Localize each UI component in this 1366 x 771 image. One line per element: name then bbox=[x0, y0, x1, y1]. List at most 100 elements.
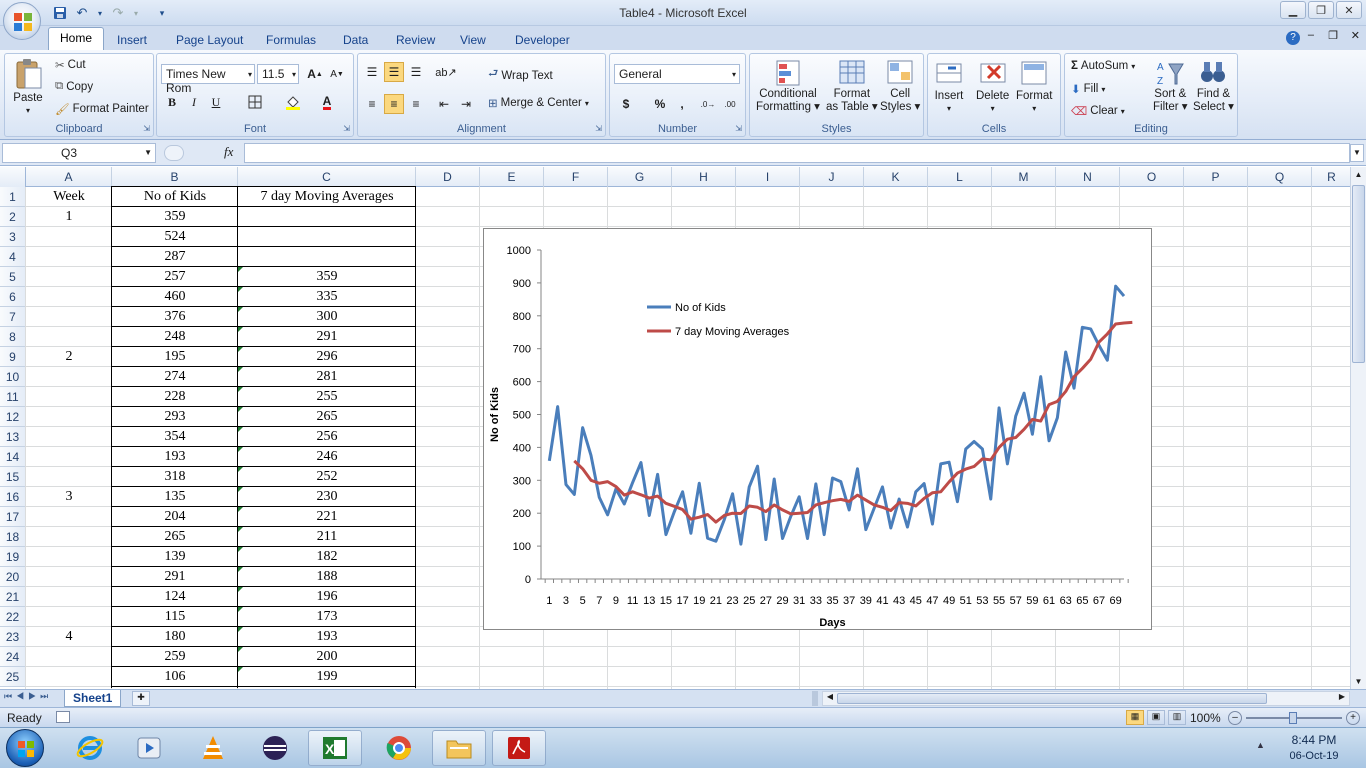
fill-button[interactable]: ⬇ Fill ▾ bbox=[1071, 82, 1105, 96]
column-header-k[interactable]: K bbox=[864, 167, 928, 187]
tab-data[interactable]: Data bbox=[343, 30, 368, 50]
tab-insert[interactable]: Insert bbox=[117, 30, 147, 50]
column-header-q[interactable]: Q bbox=[1248, 167, 1312, 187]
cell-kids[interactable]: 106 bbox=[112, 667, 238, 687]
workbook-close-icon[interactable]: ✕ bbox=[1351, 29, 1360, 42]
align-top-icon[interactable]: ☰ bbox=[362, 62, 382, 82]
align-center-icon[interactable]: ≡ bbox=[384, 94, 404, 114]
row-header-21[interactable]: 21 bbox=[0, 587, 26, 607]
cell-week[interactable] bbox=[26, 647, 112, 667]
row-header-1[interactable]: 1 bbox=[0, 187, 26, 207]
row-header-18[interactable]: 18 bbox=[0, 527, 26, 547]
conditional-formatting-button[interactable]: Conditional Formatting ▾ bbox=[756, 58, 820, 114]
close-button[interactable]: ✕ bbox=[1336, 1, 1362, 19]
cell-moving-average[interactable]: 359 bbox=[238, 267, 416, 287]
row-header-20[interactable]: 20 bbox=[0, 567, 26, 587]
alignment-launcher-icon[interactable]: ⇲ bbox=[595, 124, 602, 133]
internet-explorer-taskbar-icon[interactable] bbox=[63, 730, 117, 766]
cell-week[interactable] bbox=[26, 247, 112, 267]
line-chart[interactable]: 0 100 200 300 400 500 600 700 800 900 1000 1 3 5 7 9 11 1… bbox=[483, 228, 1152, 630]
cell-moving-average[interactable]: 200 bbox=[238, 647, 416, 667]
row-header-16[interactable]: 16 bbox=[0, 487, 26, 507]
fill-color-icon[interactable] bbox=[283, 92, 303, 112]
formula-bar-resize-handle[interactable] bbox=[164, 145, 184, 161]
cell-moving-average[interactable]: 252 bbox=[238, 467, 416, 487]
cell-moving-average[interactable]: 291 bbox=[238, 327, 416, 347]
percent-button[interactable]: % bbox=[650, 94, 670, 114]
column-header-j[interactable]: J bbox=[800, 167, 864, 187]
cell-week[interactable] bbox=[26, 667, 112, 687]
ribbon-restore-icon[interactable]: ❐ bbox=[1328, 29, 1338, 42]
header-moving-averages[interactable]: 7 day Moving Averages bbox=[238, 187, 416, 207]
row-header-15[interactable]: 15 bbox=[0, 467, 26, 487]
column-header-p[interactable]: P bbox=[1184, 167, 1248, 187]
row-header-22[interactable]: 22 bbox=[0, 607, 26, 627]
cell-kids[interactable]: 248 bbox=[112, 327, 238, 347]
ribbon-minimize-icon[interactable]: – bbox=[1308, 29, 1314, 41]
column-header-g[interactable]: G bbox=[608, 167, 672, 187]
cell-kids[interactable]: 115 bbox=[112, 607, 238, 627]
column-header-a[interactable]: A bbox=[26, 167, 112, 187]
cell-moving-average[interactable]: 296 bbox=[238, 347, 416, 367]
cell-kids[interactable]: 354 bbox=[112, 427, 238, 447]
cell-moving-average[interactable] bbox=[238, 207, 416, 227]
row-header-8[interactable]: 8 bbox=[0, 327, 26, 347]
cell-moving-average[interactable]: 211 bbox=[238, 527, 416, 547]
select-all-corner[interactable] bbox=[0, 167, 26, 187]
decrease-decimal-icon[interactable]: .00 bbox=[720, 94, 740, 114]
cell-week[interactable] bbox=[26, 267, 112, 287]
office-button[interactable] bbox=[3, 2, 41, 40]
cell-kids[interactable]: 204 bbox=[112, 507, 238, 527]
align-middle-icon[interactable]: ☰ bbox=[384, 62, 404, 82]
cell-kids[interactable]: 460 bbox=[112, 287, 238, 307]
cell-week[interactable] bbox=[26, 367, 112, 387]
tab-developer[interactable]: Developer bbox=[515, 30, 570, 50]
page-break-view-icon[interactable]: ▥ bbox=[1168, 710, 1186, 725]
sheet-navigation-icons[interactable]: ⏮◀▶⏭ bbox=[4, 691, 52, 702]
column-header-c[interactable]: C bbox=[238, 167, 416, 187]
vertical-scrollbar[interactable]: ▲ ▼ bbox=[1350, 167, 1366, 689]
horizontal-scrollbar[interactable]: ◀ ▶ bbox=[822, 691, 1350, 706]
tab-page-layout[interactable]: Page Layout bbox=[176, 30, 243, 50]
horizontal-scroll-thumb[interactable] bbox=[837, 693, 1267, 704]
comma-button[interactable]: , bbox=[672, 94, 692, 114]
font-name-select[interactable]: Times New Rom ▾ bbox=[161, 64, 255, 95]
insert-sheet-icon[interactable]: ✚ bbox=[132, 691, 150, 706]
italic-button[interactable]: I bbox=[184, 92, 204, 112]
insert-cells-button[interactable]: Insert ▾ bbox=[934, 58, 964, 113]
cell-week[interactable] bbox=[26, 507, 112, 527]
cell-moving-average[interactable]: 335 bbox=[238, 287, 416, 307]
vertical-scroll-thumb[interactable] bbox=[1352, 185, 1365, 363]
header-no-of-kids[interactable]: No of Kids bbox=[112, 187, 238, 207]
row-header-3[interactable]: 3 bbox=[0, 227, 26, 247]
cell-week[interactable] bbox=[26, 587, 112, 607]
clock-time[interactable]: 8:44 PM bbox=[1274, 733, 1354, 747]
currency-button[interactable]: $ bbox=[616, 94, 636, 114]
cell-week[interactable] bbox=[26, 427, 112, 447]
sheet-tab-sheet1[interactable]: Sheet1 bbox=[64, 690, 122, 707]
underline-button[interactable]: U bbox=[206, 92, 226, 112]
bold-button[interactable]: B bbox=[162, 92, 182, 112]
normal-view-icon[interactable]: ▦ bbox=[1126, 710, 1144, 725]
cell-moving-average[interactable]: 221 bbox=[238, 507, 416, 527]
cell-kids[interactable]: 524 bbox=[112, 227, 238, 247]
cell-week[interactable] bbox=[26, 227, 112, 247]
row-header-24[interactable]: 24 bbox=[0, 647, 26, 667]
zoom-slider-thumb[interactable] bbox=[1289, 712, 1297, 724]
cell-kids[interactable]: 291 bbox=[112, 567, 238, 587]
cell-kids[interactable]: 124 bbox=[112, 587, 238, 607]
cell-moving-average[interactable]: 230 bbox=[238, 487, 416, 507]
minimize-button[interactable]: ▁ bbox=[1280, 1, 1306, 19]
cell-kids[interactable]: 135 bbox=[112, 487, 238, 507]
cell-moving-average[interactable]: 196 bbox=[238, 587, 416, 607]
scroll-down-icon[interactable]: ▼ bbox=[1351, 674, 1366, 689]
start-button[interactable] bbox=[6, 729, 44, 767]
font-size-select[interactable]: 11.5 ▾ bbox=[257, 64, 299, 84]
column-header-m[interactable]: M bbox=[992, 167, 1056, 187]
cell-week[interactable] bbox=[26, 527, 112, 547]
cell-moving-average[interactable]: 281 bbox=[238, 367, 416, 387]
cell-week[interactable] bbox=[26, 567, 112, 587]
cell-week[interactable] bbox=[26, 467, 112, 487]
autosum-button[interactable]: Σ AutoSum ▾ bbox=[1071, 60, 1135, 72]
number-format-select[interactable]: General ▾ bbox=[614, 64, 740, 84]
